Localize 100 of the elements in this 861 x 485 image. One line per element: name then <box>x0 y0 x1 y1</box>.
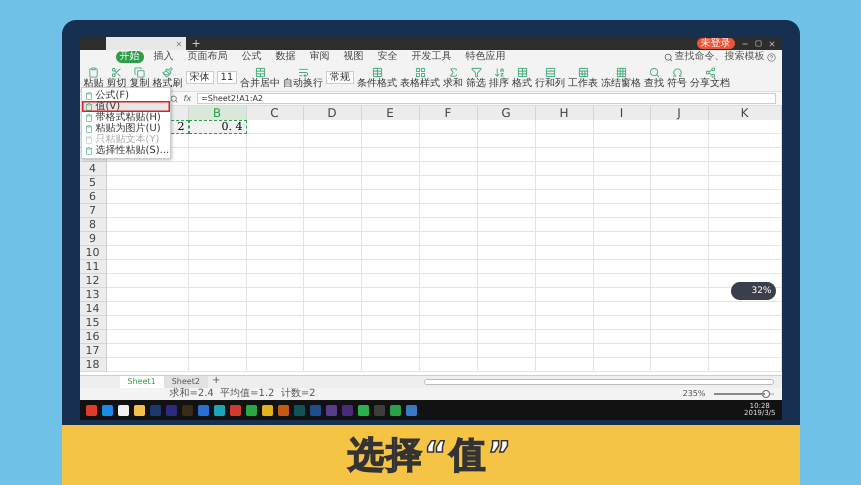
table-cell <box>650 120 708 134</box>
table-cell <box>362 344 420 358</box>
ribbon-button[interactable]: 符号 <box>667 66 688 88</box>
table-cell <box>594 120 650 134</box>
row-header[interactable]: 16 <box>80 330 106 344</box>
table-cell <box>246 330 304 344</box>
ribbon-button[interactable]: 筛选 <box>466 66 486 88</box>
help-icon[interactable] <box>766 52 776 62</box>
row-header[interactable]: 9 <box>80 232 106 246</box>
ribbon-button[interactable]: 格式 <box>512 66 532 88</box>
row-header[interactable]: 13 <box>80 288 106 302</box>
new-tab-button[interactable]: + <box>192 38 201 49</box>
close-icon[interactable] <box>768 40 776 48</box>
row-header[interactable]: 10 <box>80 246 106 260</box>
ribbon-button[interactable]: 复制 <box>130 66 150 88</box>
menu-tab[interactable]: 开发工具 <box>408 51 456 63</box>
ribbon-button[interactable]: 分享文档 <box>690 66 730 88</box>
row-header[interactable]: 14 <box>80 302 106 316</box>
app-icon[interactable] <box>262 404 272 416</box>
menu-item[interactable]: 公式(F) <box>82 90 170 101</box>
search-field[interactable]: 查找命令、搜索模板 <box>674 51 764 63</box>
menu-tab[interactable]: 安全 <box>374 51 402 63</box>
menu-tab[interactable]: 插入 <box>150 51 178 63</box>
menu-tab[interactable]: 特色应用 <box>462 51 510 63</box>
table-cell <box>188 190 246 204</box>
table-cell <box>594 176 650 190</box>
ribbon-button[interactable]: 自动换行 <box>283 66 324 88</box>
app-icon[interactable] <box>214 404 224 416</box>
fx-icon[interactable]: fx <box>184 94 192 102</box>
menu-tab[interactable]: 公式 <box>238 51 266 63</box>
ribbon-button[interactable]: 格式刷 <box>152 66 182 88</box>
table-cell <box>246 316 304 330</box>
menu-tab[interactable]: 页面布局 <box>184 51 232 63</box>
table-cell <box>594 302 650 316</box>
table-cell <box>362 190 420 204</box>
row-header[interactable]: 17 <box>80 344 106 358</box>
table-cell <box>304 232 362 246</box>
rows-icon <box>544 66 556 78</box>
table-cell <box>650 302 708 316</box>
font-name-field[interactable]: 宋体 <box>186 71 214 84</box>
menu-item[interactable]: 带格式粘贴(H) <box>82 112 170 123</box>
menu-tab[interactable]: 数据 <box>272 51 300 63</box>
table-cell <box>362 162 420 176</box>
menu-tab[interactable]: 审阅 <box>306 51 334 63</box>
ribbon-button[interactable]: 冻结窗格 <box>601 66 642 88</box>
menu-item[interactable]: 选择性粘贴(S)... <box>82 145 170 156</box>
search-icon[interactable] <box>664 52 672 62</box>
menu-tab[interactable]: 视图 <box>340 51 368 63</box>
table-cell <box>420 246 478 260</box>
row-header[interactable]: 18 <box>80 358 106 372</box>
table-cell <box>304 148 362 162</box>
table-cell <box>594 330 650 344</box>
table-cell <box>304 260 362 274</box>
row-header[interactable]: 8 <box>80 218 106 232</box>
table-cell <box>650 358 708 372</box>
maximize-icon[interactable] <box>754 40 762 47</box>
app-icon[interactable] <box>246 404 256 416</box>
app-icon[interactable] <box>134 404 144 416</box>
share-icon <box>704 66 716 78</box>
menu-item[interactable]: 值(V) <box>82 101 170 112</box>
row-header[interactable]: 4 <box>80 162 106 176</box>
ribbon-button[interactable]: 表格样式 <box>400 66 440 88</box>
app-icon[interactable] <box>358 404 368 416</box>
table-cell <box>650 274 708 288</box>
ribbon-button[interactable]: 粘贴 <box>84 66 104 88</box>
ribbon-button[interactable]: 行和列 <box>535 66 566 88</box>
ribbon-button[interactable]: 合并居中 <box>240 66 280 88</box>
ribbon-button[interactable]: 条件格式 <box>357 66 398 88</box>
table-cell <box>650 316 708 330</box>
row-header[interactable]: 11 <box>80 260 106 274</box>
row-header[interactable]: 15 <box>80 316 106 330</box>
table-cell <box>304 246 362 260</box>
number-format-field[interactable]: 常规 <box>326 71 354 84</box>
row-header[interactable]: 12 <box>80 274 106 288</box>
table-cell <box>246 260 304 274</box>
login-badge[interactable]: 未登录 <box>696 38 734 49</box>
formula-field[interactable]: =Sheet2!A1:A2 <box>197 93 776 104</box>
table-cell <box>594 316 650 330</box>
ribbon-button[interactable]: 剪切 <box>106 66 126 88</box>
table-cell <box>246 162 304 176</box>
table-cell <box>246 218 304 232</box>
table-cell <box>650 134 708 148</box>
ribbon-button[interactable]: 排序 <box>489 66 510 88</box>
status-summary: 求和=2.4 平均值=1.2 计数=2 <box>170 389 316 399</box>
row-header[interactable]: 5 <box>80 176 106 190</box>
add-sheet-button[interactable]: + <box>208 376 224 388</box>
row-header[interactable]: 7 <box>80 204 106 218</box>
app-icon[interactable] <box>118 404 128 416</box>
ribbon-button[interactable]: 查找 <box>644 66 664 88</box>
row-header[interactable]: 6 <box>80 190 106 204</box>
sheet-tab[interactable]: Sheet2 <box>164 376 208 388</box>
merge-cells-icon <box>254 66 266 78</box>
font-size-field[interactable]: 11 <box>216 71 238 84</box>
ribbon-button[interactable]: 工作表 <box>568 66 598 88</box>
table-cell <box>650 204 708 218</box>
table-cell <box>594 218 650 232</box>
ribbon-button[interactable]: 求和 <box>443 66 464 88</box>
table-cell <box>536 204 594 218</box>
horizontal-scrollbar[interactable] <box>424 379 774 385</box>
zoom-icon[interactable] <box>170 94 178 102</box>
